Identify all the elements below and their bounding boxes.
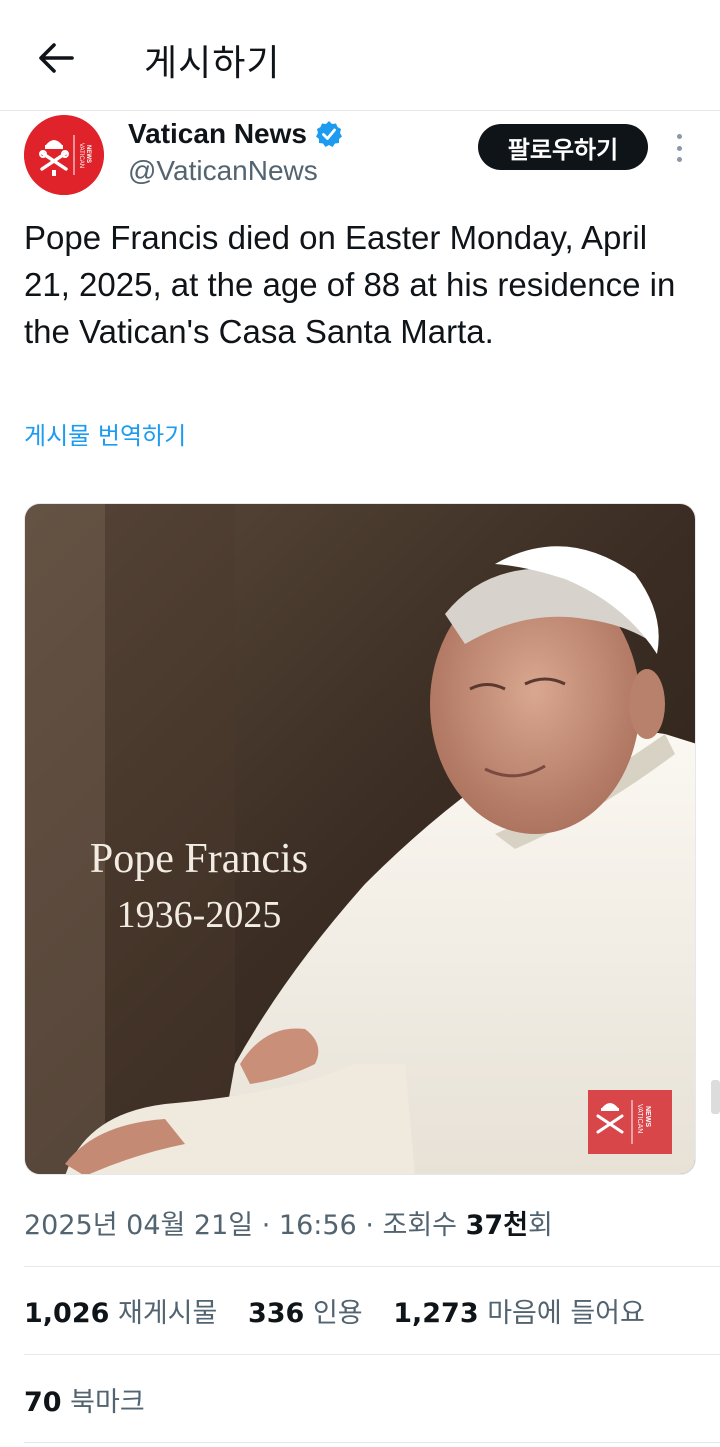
divider (24, 1266, 720, 1267)
side-scroll-handle[interactable] (711, 1080, 720, 1114)
vatican-news-watermark-icon: VATICAN NEWS (596, 1100, 651, 1144)
post-text: Pope Francis died on Easter Monday, Apri… (24, 219, 676, 350)
divider (24, 1354, 720, 1355)
reposts-stat[interactable]: 1,026 재게시물 (24, 1298, 217, 1329)
svg-text:VATICAN: VATICAN (636, 1104, 643, 1133)
divider (24, 1442, 720, 1443)
verified-badge-icon (315, 121, 342, 147)
views-label: 조회수 (382, 1210, 458, 1241)
post-date[interactable]: 2025년 04월 21일 (24, 1210, 253, 1241)
bookmarks-stat[interactable]: 70 북마크 (24, 1380, 145, 1419)
views-count: 37천 (465, 1210, 529, 1241)
translate-post-link[interactable]: 게시물 번역하기 (24, 416, 186, 451)
svg-text:NEWS: NEWS (85, 145, 91, 163)
vatican-news-logo-icon: VATICAN NEWS (24, 115, 104, 195)
svg-text:NEWS: NEWS (644, 1106, 651, 1127)
engagement-stats: 1,026 재게시물 336 인용 1,273 마음에 들어요 (24, 1291, 667, 1330)
author-name-label: Vatican News (128, 118, 307, 149)
post-time[interactable]: 16:56 (279, 1210, 357, 1241)
quotes-stat[interactable]: 336 인용 (248, 1298, 363, 1329)
image-overlay-years: 1936-2025 (116, 894, 282, 936)
author-name[interactable]: Vatican News (128, 118, 343, 150)
author-handle[interactable]: @VaticanNews (128, 155, 318, 187)
image-watermark-logo: VATICAN NEWS (588, 1090, 672, 1154)
page-title: 게시하기 (144, 43, 281, 84)
more-dots-icon (676, 134, 682, 139)
arrow-left-icon (39, 43, 74, 73)
follow-button[interactable]: 팔로우하기 (478, 124, 648, 170)
image-overlay-name: Pope Francis (89, 836, 309, 882)
back-button[interactable] (34, 36, 78, 80)
avatar[interactable]: VATICAN NEWS (24, 115, 104, 195)
post-meta: 2025년 04월 21일 · 16:56 · 조회수 37천회 (24, 1210, 553, 1241)
top-bar: 게시하기 (0, 0, 720, 111)
svg-text:VATICAN: VATICAN (78, 143, 84, 168)
likes-stat[interactable]: 1,273 마음에 들어요 (393, 1298, 645, 1329)
more-options-button[interactable] (664, 130, 694, 166)
